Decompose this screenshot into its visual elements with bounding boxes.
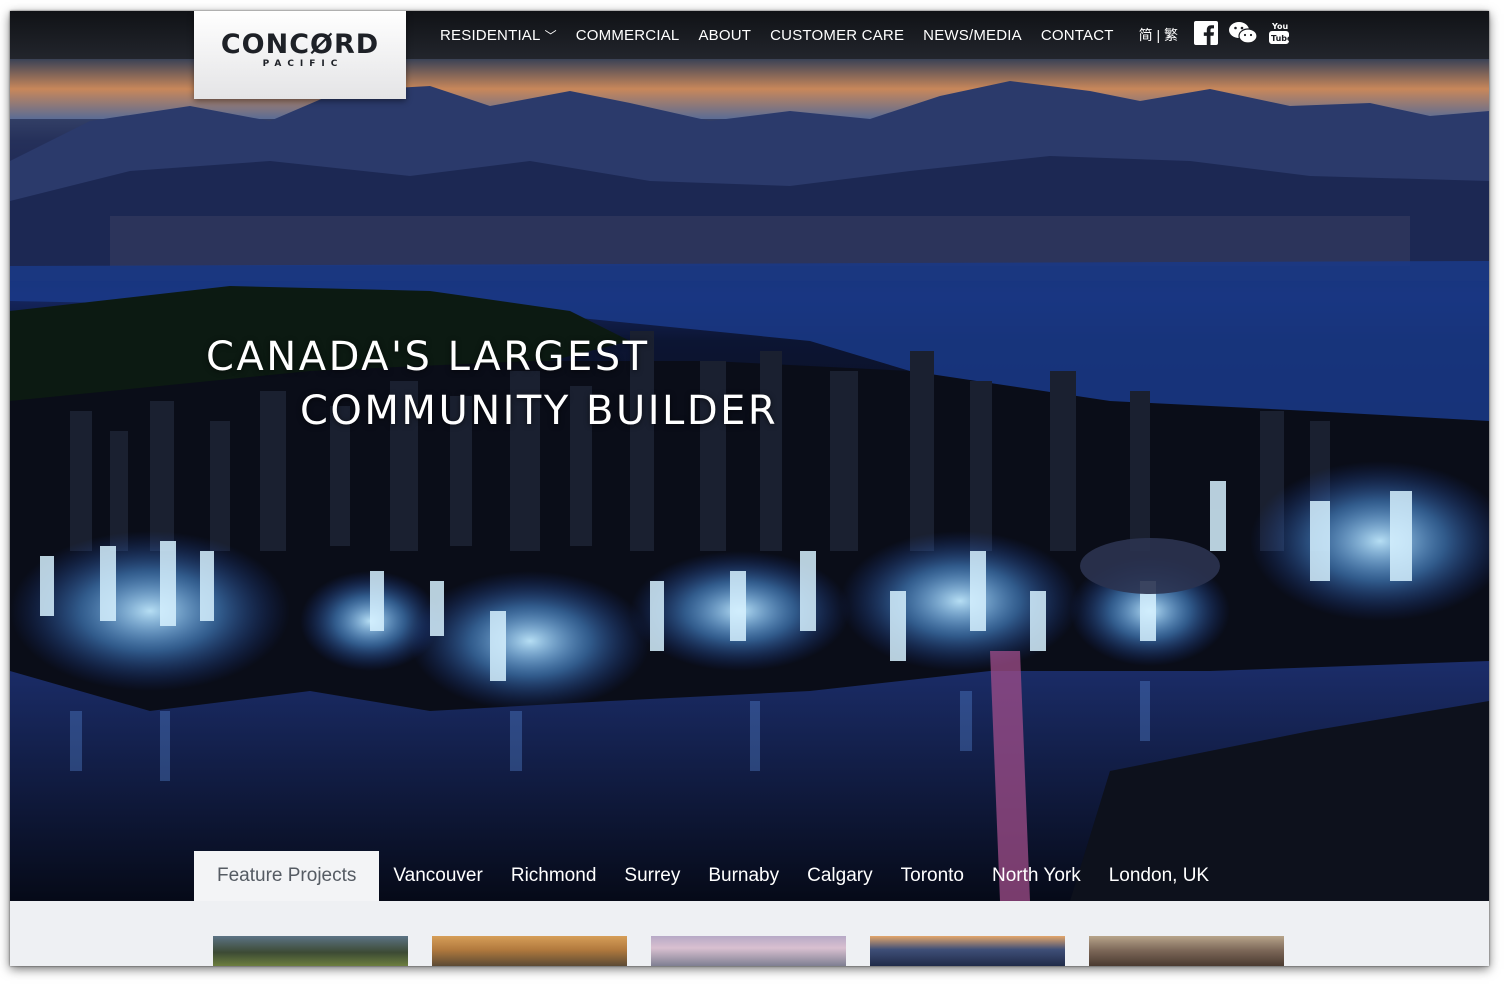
nav-commercial[interactable]: COMMERCIAL xyxy=(576,27,680,44)
svg-text:You: You xyxy=(1271,22,1289,31)
hero-headline-line2: COMMUNITY BUILDER xyxy=(300,388,779,434)
hero-banner: CANADA'S LARGEST COMMUNITY BUILDER Featu… xyxy=(10,11,1489,901)
city-skyline-illustration xyxy=(10,59,1489,901)
logo[interactable]: CONCØRD PACIFIC xyxy=(194,11,406,99)
tab-vancouver[interactable]: Vancouver xyxy=(379,851,496,901)
tab-north-york[interactable]: North York xyxy=(978,851,1095,901)
project-cards xyxy=(213,936,1308,966)
nav-contact[interactable]: CONTACT xyxy=(1041,27,1114,44)
project-card[interactable] xyxy=(651,936,846,966)
tab-richmond[interactable]: Richmond xyxy=(497,851,611,901)
social-links: You Tube xyxy=(1194,20,1300,51)
tab-toronto[interactable]: Toronto xyxy=(887,851,978,901)
project-card[interactable] xyxy=(432,936,627,966)
nav-news-media[interactable]: NEWS/MEDIA xyxy=(923,27,1022,44)
nav-residential[interactable]: RESIDENTIAL ﹀ xyxy=(440,27,557,44)
project-card[interactable] xyxy=(213,936,408,966)
browser-window: CANADA'S LARGEST COMMUNITY BUILDER Featu… xyxy=(10,11,1489,966)
nav-about[interactable]: ABOUT xyxy=(698,27,751,44)
facebook-icon[interactable] xyxy=(1194,20,1219,50)
youtube-icon[interactable]: You Tube xyxy=(1268,20,1293,51)
main-nav: RESIDENTIAL ﹀ COMMERCIAL ABOUT CUSTOMER C… xyxy=(440,11,1300,59)
wechat-icon[interactable] xyxy=(1228,21,1258,50)
language-switcher[interactable]: 简 | 繁 xyxy=(1139,25,1178,45)
project-card[interactable] xyxy=(870,936,1065,966)
logo-wordmark: CONCØRD xyxy=(220,29,380,60)
tab-burnaby[interactable]: Burnaby xyxy=(694,851,793,901)
logo-subtitle: PACIFIC xyxy=(262,59,344,69)
nav-customer-care[interactable]: CUSTOMER CARE xyxy=(770,27,904,44)
tab-surrey[interactable]: Surrey xyxy=(610,851,694,901)
tab-feature-projects[interactable]: Feature Projects xyxy=(194,851,380,901)
location-tabs: Feature Projects Vancouver Richmond Surr… xyxy=(194,851,1223,901)
tab-calgary[interactable]: Calgary xyxy=(793,851,886,901)
tab-london-uk[interactable]: London, UK xyxy=(1095,851,1223,901)
project-card[interactable] xyxy=(1089,936,1284,966)
svg-text:Tube: Tube xyxy=(1271,34,1290,43)
double-chevron-down-icon: ﹀ xyxy=(544,28,557,43)
hero-headline-line1: CANADA'S LARGEST xyxy=(206,334,650,380)
nav-residential-label: RESIDENTIAL xyxy=(440,26,541,44)
